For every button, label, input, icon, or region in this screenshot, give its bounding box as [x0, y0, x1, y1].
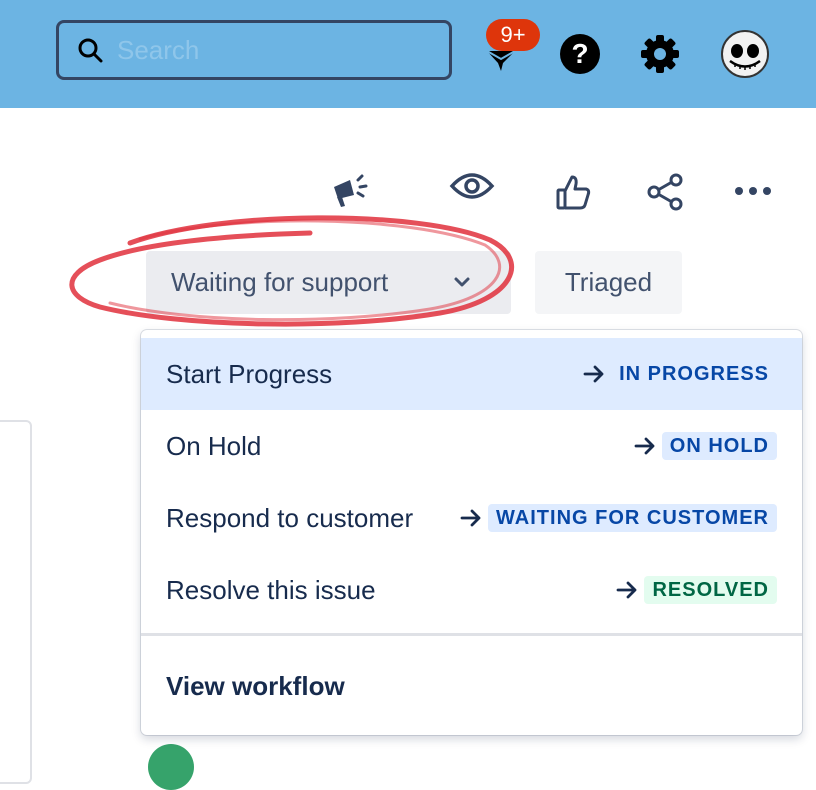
- more-actions-button[interactable]: [731, 176, 775, 206]
- notification-count-badge: 9+: [486, 19, 540, 51]
- vote-thumbs-up-icon: [556, 175, 591, 210]
- status-lozenge: WAITING FOR CUSTOMER: [488, 504, 777, 532]
- share-button[interactable]: [643, 170, 687, 214]
- transition-label: On Hold: [166, 430, 262, 461]
- view-workflow-item[interactable]: View workflow: [141, 650, 802, 722]
- arrow-right-icon: [616, 580, 638, 600]
- more-icon: [735, 187, 771, 195]
- status-current-label: Waiting for support: [171, 267, 389, 297]
- view-workflow-label: View workflow: [166, 670, 345, 701]
- status-lozenge: RESOLVED: [644, 576, 777, 604]
- side-panel-edge: [0, 420, 32, 784]
- give-feedback-button[interactable]: [327, 166, 373, 212]
- user-avatar: [148, 744, 194, 790]
- triaged-button[interactable]: Triaged: [535, 251, 682, 314]
- transition-label: Start Progress: [166, 358, 333, 389]
- arrow-right-icon: [460, 508, 482, 528]
- profile-avatar: [721, 30, 769, 78]
- search-input[interactable]: [115, 33, 419, 67]
- transition-label: Respond to customer: [166, 502, 414, 533]
- transition-respond-to-customer[interactable]: Respond to customer WAITING FOR CUSTOMER: [141, 482, 802, 554]
- triaged-label: Triaged: [564, 267, 653, 297]
- svg-text:?: ?: [571, 38, 588, 69]
- settings-button[interactable]: [638, 32, 682, 76]
- settings-icon: [641, 35, 679, 73]
- watch-eye-icon: [449, 173, 495, 199]
- transitions-menu: Start Progress IN PROGRESS On Hold ON HO…: [141, 330, 802, 735]
- arrow-right-icon: [583, 364, 605, 384]
- feedback-megaphone-icon: [334, 174, 368, 207]
- help-button[interactable]: ?: [558, 32, 602, 76]
- menu-divider: [141, 633, 802, 636]
- search-icon: [78, 38, 103, 63]
- help-icon: ?: [560, 34, 600, 74]
- status-dropdown-button[interactable]: Waiting for support: [146, 251, 511, 314]
- search-box[interactable]: [56, 20, 452, 80]
- watch-button[interactable]: [448, 166, 496, 206]
- status-lozenge: ON HOLD: [661, 432, 777, 460]
- status-lozenge: IN PROGRESS: [619, 363, 769, 385]
- transition-label: Resolve this issue: [166, 574, 376, 605]
- transition-on-hold[interactable]: On Hold ON HOLD: [141, 410, 802, 482]
- chevron-down-icon: [454, 277, 470, 287]
- transition-start-progress[interactable]: Start Progress IN PROGRESS: [141, 338, 802, 410]
- vote-button[interactable]: [551, 170, 595, 214]
- profile-avatar-button[interactable]: [720, 29, 770, 79]
- transition-resolve-this-issue[interactable]: Resolve this issue RESOLVED: [141, 554, 802, 626]
- top-navigation-bar: 9+ ?: [0, 0, 816, 108]
- share-icon: [647, 173, 683, 211]
- arrow-right-icon: [634, 436, 656, 456]
